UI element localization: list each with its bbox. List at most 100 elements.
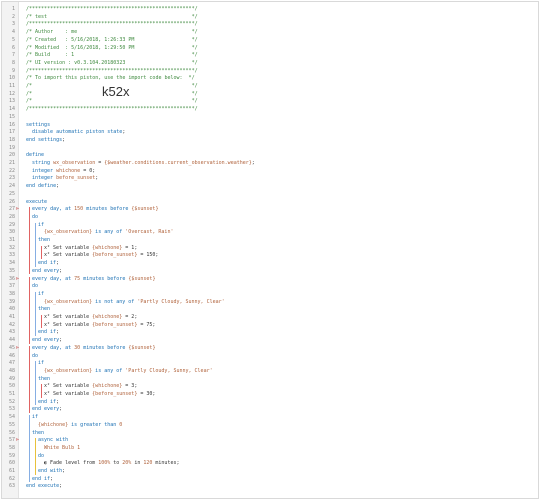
code-token: do — [32, 213, 39, 220]
code-line: 28 do — [2, 214, 538, 222]
block-guide — [41, 245, 42, 260]
line-number: 10 — [8, 75, 15, 82]
code-token: end settings — [26, 136, 63, 143]
code-line: 45 ⊳ every day, at 30 minutes before {$sun… — [2, 345, 538, 353]
code-token: {wx_observation} — [44, 367, 93, 374]
code-text: do — [32, 353, 38, 361]
code-line: 7 /* Build : 1 */ — [2, 52, 538, 60]
code-line: 5 /* Created : 5/16/2018, 1:26:33 PM */ — [2, 37, 538, 45]
line-number: 19 — [8, 144, 15, 151]
line-number: 24 — [8, 183, 15, 190]
line-number: 50 — [8, 383, 15, 390]
code-text: integer whichone = 0; — [32, 168, 95, 176]
code-token: end with — [38, 468, 63, 474]
code-text: x² Set variable {whichone} = 1; — [44, 245, 137, 253]
statement-marker-icon[interactable]: ⊳ — [16, 207, 20, 212]
code-text: every day, at 150 minutes before {$sunse… — [32, 206, 158, 214]
line-number: 17 — [8, 129, 15, 136]
code-token: end execute — [26, 483, 60, 490]
code-token: minutes before — [80, 344, 129, 351]
code-line: 11/* */ — [2, 83, 538, 91]
line-number: 31 — [8, 237, 15, 243]
code-text: x² Set variable {before_sunset} = 30; — [44, 391, 155, 399]
code-token: then — [38, 375, 51, 382]
line-number: 12 — [8, 90, 15, 97]
code-line: 50 x² Set variable {whichone} = 3; — [2, 383, 538, 391]
code-line: 38 if — [2, 291, 538, 299]
statement-marker-icon[interactable]: ⊳ — [16, 438, 20, 443]
code-text: end if; — [32, 476, 53, 484]
code-line: 37 do — [2, 283, 538, 291]
code-line: 29 if — [2, 222, 538, 230]
code-token: end if — [38, 398, 57, 405]
code-token: White Bulb 1 — [44, 444, 81, 451]
code-line: 46 do — [2, 353, 538, 361]
code-token: end define — [26, 183, 57, 190]
code-token: ; — [50, 475, 54, 482]
code-text: then — [38, 237, 50, 245]
code-text: {whichone} is greater than 0 — [38, 422, 122, 430]
code-token: x² Set variable — [44, 383, 93, 390]
line-number: 57 — [8, 437, 15, 444]
code-token: = 2; — [122, 314, 138, 320]
code-line: 40 then — [2, 306, 538, 314]
code-line: 21 string wx_observation = {$weather.cond… — [2, 160, 538, 168]
code-token: ; — [59, 406, 63, 413]
code-token: {wx_observation} — [44, 229, 93, 236]
code-token: if — [38, 360, 45, 367]
code-token: {$weather.conditions.current_observation… — [104, 160, 252, 166]
code-token: is greater than — [68, 421, 120, 428]
block-guide — [35, 222, 36, 267]
code-token: then — [32, 429, 45, 436]
code-line: 63 end execute; — [2, 483, 538, 491]
line-number: 26 — [8, 198, 15, 205]
block-guide — [35, 291, 36, 337]
code-line: 27 ⊳ every day, at 150 minutes before {$su… — [2, 206, 538, 214]
code-text: settings — [26, 122, 50, 130]
code-token: ; — [62, 468, 66, 474]
line-number: 62 — [8, 475, 15, 482]
code-token: = 75; — [137, 321, 156, 328]
code-line: 54 if — [2, 414, 538, 422]
code-token: integer — [32, 175, 57, 182]
code-token: day — [50, 206, 60, 213]
statement-marker-icon[interactable]: ⊳ — [16, 276, 20, 282]
code-token: ; — [59, 267, 63, 274]
code-line: 32 x² Set variable {whichone} = 1; — [2, 245, 538, 253]
code-line: 57 ⊳ async with — [2, 437, 538, 445]
code-line: 61 end with; — [2, 468, 538, 476]
line-number: 20 — [8, 152, 15, 159]
code-token: /* UI version : v0.3.104.20180323 */ — [26, 59, 198, 66]
line-number: 14 — [8, 106, 15, 113]
statement-marker-icon[interactable]: ⊳ — [16, 345, 20, 351]
code-token: async with — [38, 437, 69, 444]
line-number: 46 — [8, 352, 15, 359]
line-number: 38 — [8, 290, 15, 297]
code-token: then — [38, 306, 51, 313]
line-number: 37 — [8, 283, 15, 290]
block-guide — [29, 276, 30, 344]
code-token: every — [32, 206, 51, 213]
code-token: /* */ — [26, 98, 198, 105]
code-token: 'Partly Cloudy, Sunny, Clear' — [137, 298, 225, 305]
code-token: if — [32, 414, 39, 421]
line-number: 39 — [8, 298, 15, 305]
code-token: ; — [56, 329, 60, 336]
code-text: end if; — [38, 329, 59, 337]
code-token: {whichone} — [92, 244, 123, 251]
code-line: 25 — [2, 191, 538, 199]
code-text: {wx_observation} is any of 'Overcast, Ra… — [44, 229, 173, 237]
code-line: 43 end if; — [2, 329, 538, 337]
block-guide — [41, 315, 42, 329]
line-number: 41 — [8, 314, 15, 320]
code-token: 0 — [119, 421, 123, 428]
code-line: 48 {wx_observation} is any of 'Partly Clo… — [2, 368, 538, 376]
code-line: 52 end if; — [2, 399, 538, 407]
line-number: 22 — [8, 167, 15, 174]
line-number: 40 — [8, 306, 15, 313]
code-token: define — [26, 152, 45, 159]
line-number: 36 — [8, 275, 15, 282]
code-line: 14 /*************************************… — [2, 106, 538, 114]
code-line: 9 /**************************************… — [2, 68, 538, 76]
line-number: 49 — [8, 375, 15, 382]
